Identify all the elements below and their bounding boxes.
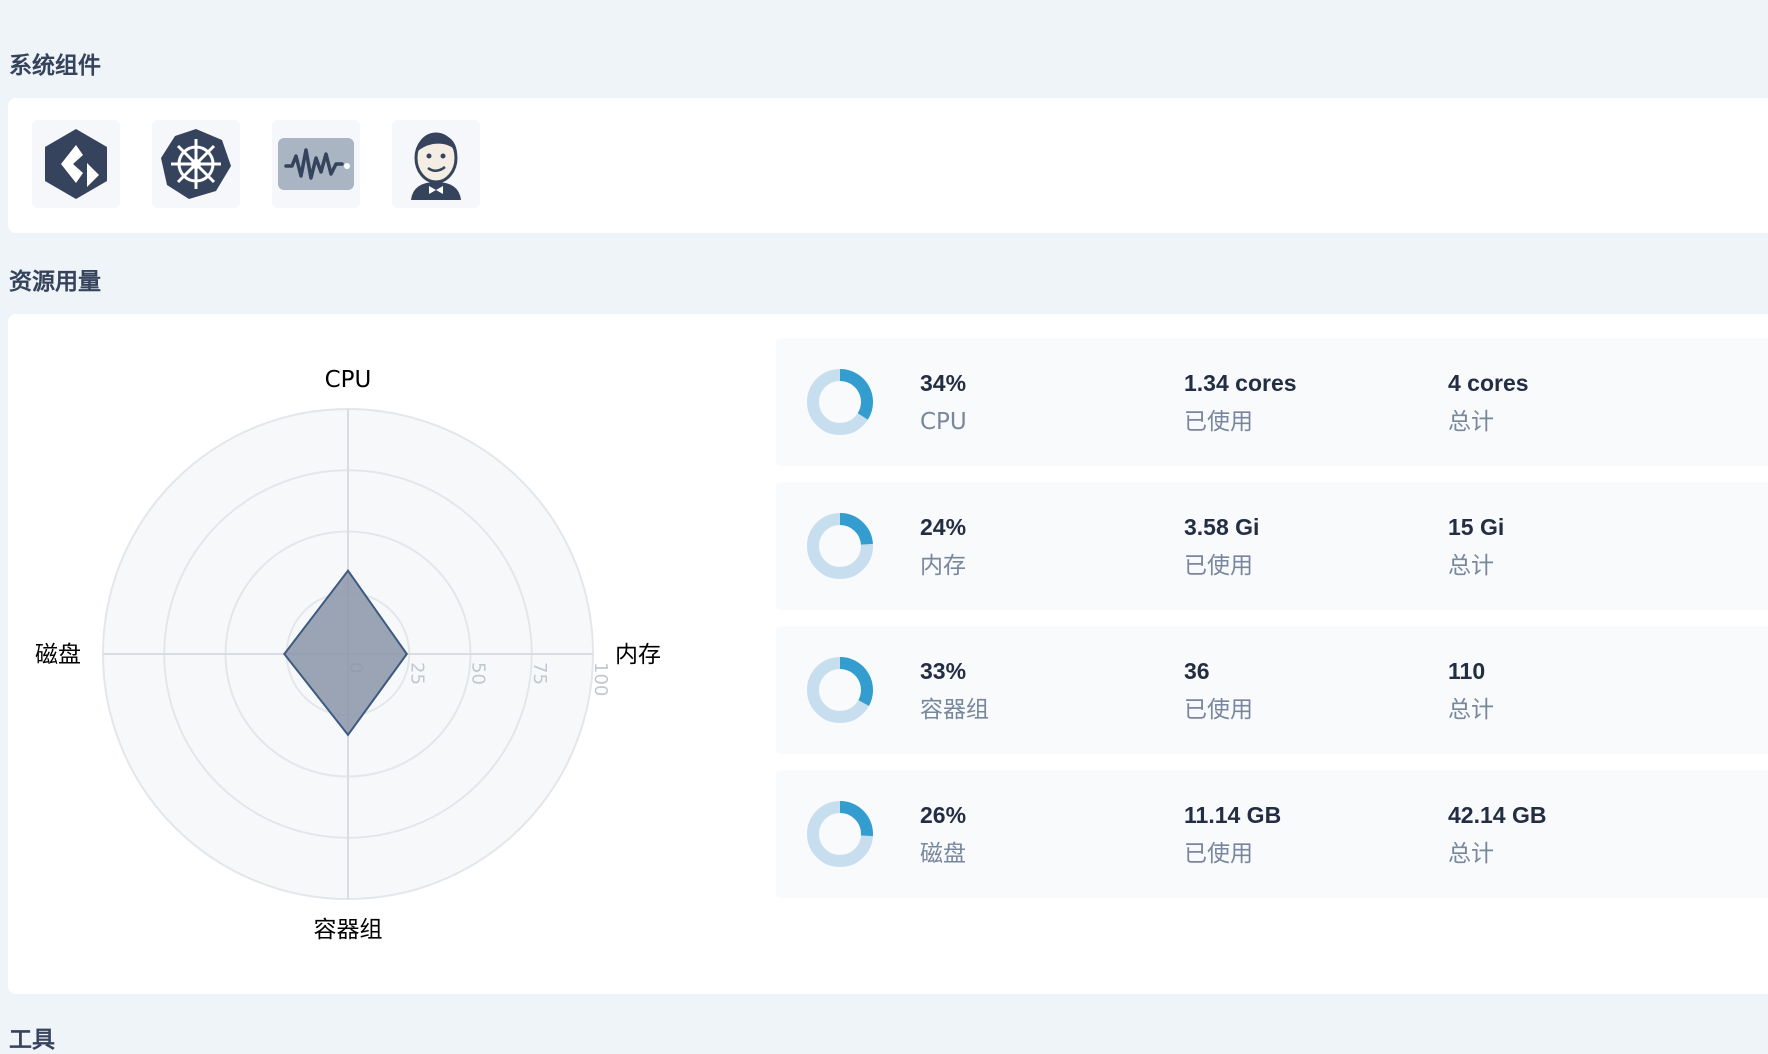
- kubesphere-logo-icon[interactable]: [32, 120, 120, 208]
- radar-scale-tick: 50: [468, 662, 489, 685]
- cpu-used: 1.34 cores: [1184, 370, 1297, 396]
- resources-section-title: 资源用量: [9, 269, 101, 295]
- tools-section-title: 工具: [9, 1027, 55, 1053]
- pods-total-label: 总计: [1448, 697, 1494, 723]
- disk-total: 42.14 GB: [1448, 802, 1547, 828]
- cpu-label: CPU: [920, 409, 967, 435]
- cpu-percent: 34%: [920, 370, 967, 396]
- donut-fill-arc: [839, 801, 873, 837]
- pods-used: 36: [1184, 658, 1210, 684]
- disk-percent: 26%: [920, 802, 967, 828]
- donut-fill-arc: [839, 369, 873, 420]
- cpu-total: 4 cores: [1448, 370, 1529, 396]
- resource-radar-chart: 0255075100 CPU内存容器组磁盘: [35, 367, 661, 943]
- disk-total-label: 总计: [1448, 841, 1494, 867]
- memory-used-label: 已使用: [1184, 553, 1253, 579]
- cpu-used-label: 已使用: [1184, 409, 1253, 435]
- radar-axis-label: 内存: [615, 642, 661, 668]
- disk-donut-icon: [807, 801, 873, 867]
- disk-used-label: 已使用: [1184, 841, 1253, 867]
- cpu-donut-icon: [807, 369, 873, 435]
- components-card: [8, 98, 1768, 233]
- memory-label: 内存: [920, 553, 966, 579]
- top-logo-icon: [20, 0, 78, 10]
- jenkins-icon[interactable]: [392, 120, 480, 208]
- disk-label: 磁盘: [920, 841, 966, 867]
- resource-row-disk: 26% 磁盘 11.14 GB 已使用 42.14 GB 总计: [776, 770, 1768, 898]
- radar-scale-tick: 100: [590, 662, 611, 696]
- pods-total: 110: [1448, 658, 1486, 684]
- cpu-total-label: 总计: [1448, 409, 1494, 435]
- pods-label: 容器组: [920, 697, 989, 723]
- pods-percent: 33%: [920, 658, 967, 684]
- resources-card: 0255075100 CPU内存容器组磁盘 34%CPU 1.34 cores已…: [8, 314, 1768, 994]
- donut-fill-arc: [839, 657, 873, 706]
- radar-axis-label: CPU: [325, 367, 372, 393]
- components-section-title: 系统组件: [9, 53, 101, 79]
- radar-scale-tick: 25: [406, 662, 427, 685]
- memory-used: 3.58 Gi: [1184, 514, 1260, 540]
- memory-total: 15 Gi: [1448, 514, 1505, 540]
- resource-row-pods: 33% 容器组 36 已使用 110 总计: [776, 626, 1768, 754]
- disk-used: 11.14 GB: [1184, 802, 1282, 828]
- memory-total-label: 总计: [1448, 553, 1494, 579]
- resource-row-memory: 24% 内存 3.58 Gi 已使用 15 Gi 总计: [776, 482, 1768, 610]
- radar-axis-label: 容器组: [314, 917, 383, 943]
- pods-used-label: 已使用: [1184, 697, 1253, 723]
- radar-scale-tick: 75: [529, 662, 550, 685]
- radar-axis-label: 磁盘: [35, 642, 81, 668]
- monitoring-wave-icon[interactable]: [272, 120, 360, 208]
- donut-fill-arc: [839, 513, 873, 546]
- pods-donut-icon: [807, 657, 873, 723]
- kubernetes-helm-icon[interactable]: [152, 120, 240, 208]
- resource-row-cpu: 34% CPU 1.34 cores 已使用 4 cores 总计: [776, 338, 1768, 466]
- memory-donut-icon: [807, 513, 873, 579]
- memory-percent: 24%: [920, 514, 967, 540]
